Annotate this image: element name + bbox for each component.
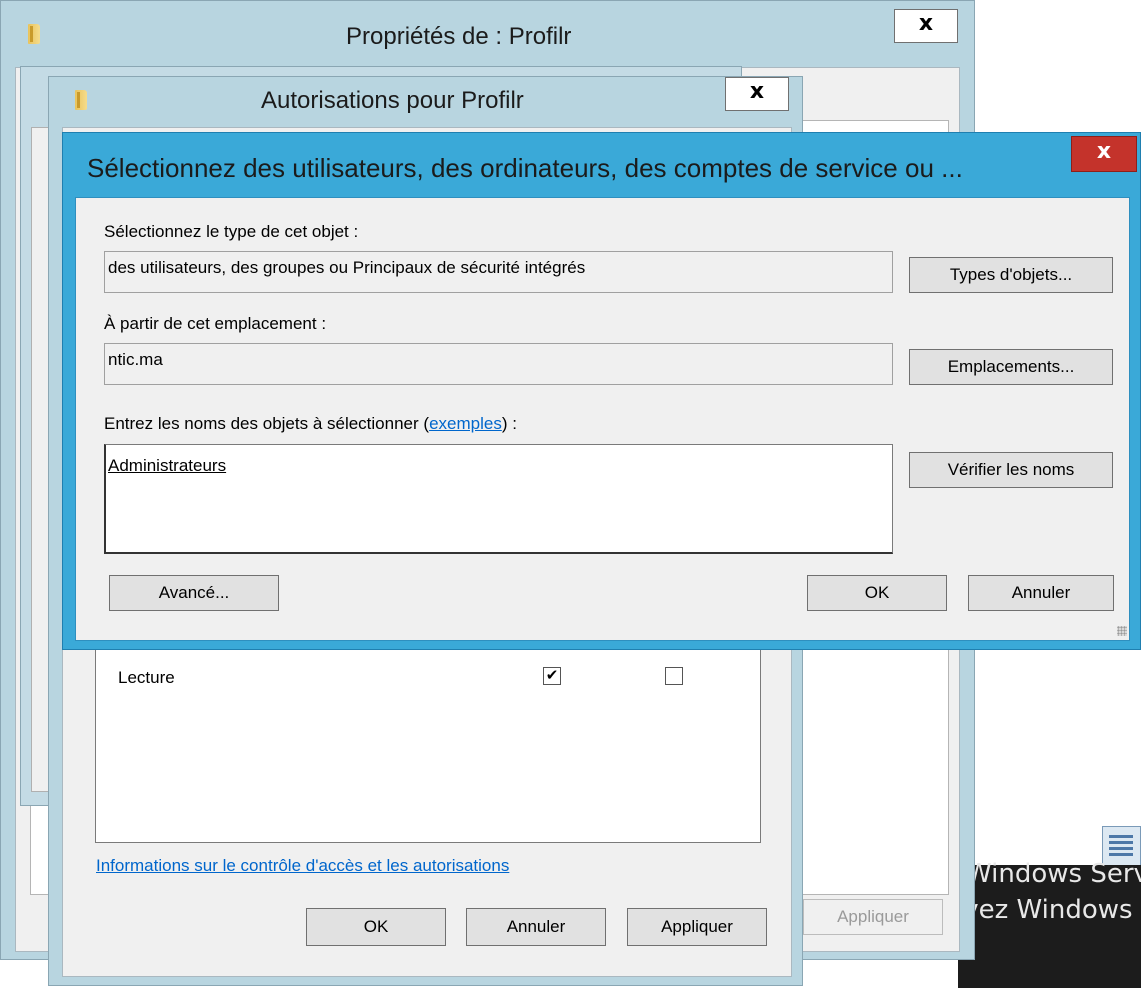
allow-checkbox[interactable]: ✔: [543, 667, 561, 685]
location-field: ntic.ma: [104, 343, 893, 385]
deny-checkbox[interactable]: [665, 667, 683, 685]
properties-window-title: Propriétés de : Profilr: [346, 23, 572, 50]
properties-apply-button[interactable]: Appliquer: [803, 899, 943, 935]
object-names-input[interactable]: Administrateurs: [104, 444, 893, 554]
folder-icon: [28, 24, 40, 44]
object-type-field: des utilisateurs, des groupes ou Princip…: [104, 251, 893, 293]
permissions-ok-button[interactable]: OK: [306, 908, 446, 946]
select-dialog-title: Sélectionnez des utilisateurs, des ordin…: [87, 153, 963, 183]
folder-icon: [75, 90, 87, 110]
select-dialog-client: Sélectionnez le type de cet objet : des …: [75, 197, 1130, 641]
permissions-cancel-button[interactable]: Annuler: [466, 908, 606, 946]
object-types-button[interactable]: Types d'objets...: [909, 257, 1113, 293]
permissions-apply-button[interactable]: Appliquer: [627, 908, 767, 946]
check-names-button[interactable]: Vérifier les noms: [909, 452, 1113, 488]
object-type-label: Sélectionnez le type de cet objet :: [104, 222, 359, 241]
object-names-label: Entrez les noms des objets à sélectionne…: [104, 414, 517, 434]
resize-grip[interactable]: [1117, 626, 1127, 636]
object-names-label-prefix: Entrez les noms des objets à sélectionne…: [104, 414, 430, 433]
locations-button[interactable]: Emplacements...: [909, 349, 1113, 385]
permissions-close-button[interactable]: x: [725, 77, 789, 111]
properties-close-button[interactable]: x: [894, 9, 958, 43]
permissions-list: Lecture ✔: [95, 633, 761, 843]
desktop-watermark-line1: Windows Serv: [966, 859, 1141, 889]
examples-link[interactable]: exemples: [429, 414, 502, 433]
select-users-dialog: Sélectionnez des utilisateurs, des ordin…: [62, 132, 1141, 650]
permission-name: Lecture: [118, 668, 175, 687]
select-cancel-button[interactable]: Annuler: [968, 575, 1114, 611]
desktop-watermark-line2: ivez Windows v: [956, 895, 1141, 925]
object-name-entry[interactable]: Administrateurs: [108, 456, 226, 476]
object-names-label-suffix: ) :: [501, 414, 517, 433]
list-view-icon: [1109, 835, 1133, 857]
select-dialog-close-button[interactable]: x: [1071, 136, 1137, 172]
select-ok-button[interactable]: OK: [807, 575, 947, 611]
access-control-help-link[interactable]: Informations sur le contrôle d'accès et …: [96, 856, 509, 876]
permissions-window-title: Autorisations pour Profilr: [261, 87, 524, 114]
advanced-button[interactable]: Avancé...: [109, 575, 279, 611]
desktop-dark-area: Windows Serv ivez Windows v: [956, 859, 1141, 988]
location-label: À partir de cet emplacement :: [104, 314, 327, 333]
